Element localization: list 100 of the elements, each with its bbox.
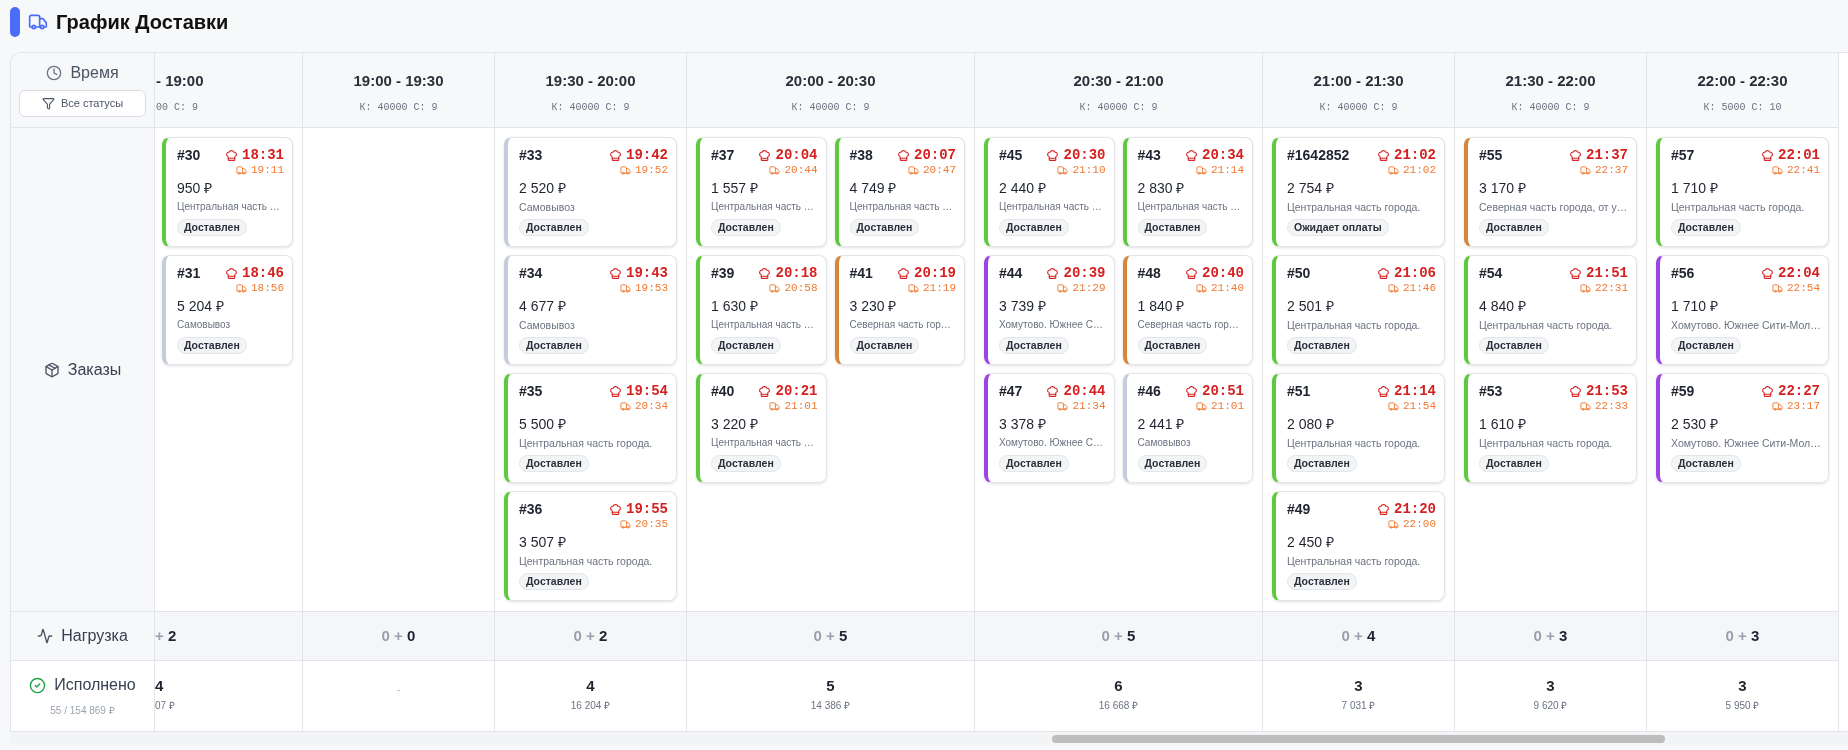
order-card[interactable]: #31 18:46 18:56 5 204 ₽ Самовывоз Доставлен: [162, 255, 293, 365]
order-card[interactable]: #48 20:40 21:40 1 840 ₽ Северная часть гор… Доставлен: [1122, 255, 1253, 365]
status-badge: Доставлен: [519, 219, 589, 236]
activity-icon: [37, 628, 54, 644]
order-price: 5 500 ₽: [519, 415, 567, 433]
delivery-time: 21:46: [1403, 281, 1436, 295]
order-number: #47: [999, 382, 1023, 400]
truck-icon: [1388, 400, 1399, 412]
order-card[interactable]: #37 20:04 20:44 1 557 ₽ Центральная часть … Доставлен: [696, 137, 827, 247]
delivery-time: 22:31: [1595, 281, 1628, 295]
order-price: 4 840 ₽: [1479, 297, 1527, 315]
order-address: Центральная часть города.: [519, 436, 654, 450]
slot-time: 22:00 - 22:30: [1697, 71, 1788, 91]
delivery-time: 19:11: [251, 163, 284, 177]
order-card[interactable]: #53 21:53 22:33 1 610 ₽ Центральная часть города. Доставлен: [1464, 373, 1637, 483]
delivery-time: 22:54: [1787, 281, 1820, 295]
order-price: 1 630 ₽: [711, 297, 759, 315]
delivery-time: 21:01: [1211, 399, 1244, 413]
order-card[interactable]: #45 20:30 21:10 2 440 ₽ Центральная часть … Доставлен: [984, 137, 1115, 247]
chef-hat-icon: [1046, 384, 1060, 398]
done-count: 6: [1114, 677, 1123, 695]
status-badge: Доставлен: [1137, 219, 1208, 236]
order-card[interactable]: #59 22:27 23:17 2 530 ₽ Хомутово. Южнее Сити-Мол… Доставлен: [1656, 373, 1829, 483]
order-price: 3 378 ₽: [999, 415, 1047, 433]
chef-hat-icon: [1046, 266, 1060, 280]
order-card[interactable]: #57 22:01 22:41 1 710 ₽ Центральная часть города. Доставлен: [1656, 137, 1829, 247]
ready-time: 21:51: [1586, 264, 1628, 282]
order-card[interactable]: #49 21:20 22:00 2 450 ₽ Центральная часть города. Доставлен: [1272, 491, 1445, 601]
chef-hat-icon: [897, 148, 910, 162]
status-badge: Доставлен: [1479, 219, 1549, 236]
slot-time: 19:30 - 20:00: [545, 71, 636, 91]
order-address: Центральная часть …: [849, 200, 954, 214]
ready-time: 19:43: [626, 264, 668, 282]
ready-time: 20:07: [914, 146, 956, 164]
truck-icon: [1057, 282, 1069, 294]
order-price: 2 080 ₽: [1287, 415, 1335, 433]
order-card[interactable]: #50 21:06 21:46 2 501 ₽ Центральная часть города. Доставлен: [1272, 255, 1445, 365]
status-badge: Доставлен: [177, 219, 247, 236]
order-card[interactable]: #55 21:37 22:37 3 170 ₽ Северная часть города, от у… Доставлен: [1464, 137, 1637, 247]
ready-time: 20:34: [1202, 146, 1244, 164]
order-card[interactable]: #47 20:44 21:34 3 378 ₽ Хомутово. Южнее С… Доставлен: [984, 373, 1115, 483]
order-card[interactable]: #41 20:19 21:19 3 230 ₽ Северная часть гор… Доставлен: [834, 255, 965, 365]
order-card[interactable]: #30 18:31 19:11 950 ₽ Центральная часть … Доставлен: [162, 137, 293, 247]
order-card[interactable]: #43 20:34 21:14 2 830 ₽ Центральная часть … Доставлен: [1122, 137, 1253, 247]
scrollbar-thumb[interactable]: [1052, 734, 1665, 743]
order-card[interactable]: #54 21:51 22:31 4 840 ₽ Центральная часть города. Доставлен: [1464, 255, 1637, 365]
truck-icon: [908, 164, 919, 176]
truck-icon: [1057, 400, 1069, 412]
order-card[interactable]: #35 19:54 20:34 5 500 ₽ Центральная часть города. Доставлен: [504, 373, 677, 483]
chef-hat-icon: [609, 502, 622, 516]
order-price: 1 710 ₽: [1671, 179, 1719, 197]
order-address: Северная часть города, от у…: [1479, 200, 1628, 214]
box-icon: [43, 361, 60, 378]
order-number: #48: [1137, 264, 1161, 282]
order-address: Самовывоз: [177, 318, 232, 332]
order-address: Самовывоз: [519, 318, 576, 332]
order-price: 2 441 ₽: [1137, 415, 1186, 433]
truck-icon: [236, 282, 247, 294]
delivery-time: 20:47: [923, 163, 956, 177]
truck-icon: [1772, 400, 1783, 412]
ready-time: 22:01: [1778, 146, 1820, 164]
chef-hat-icon: [225, 148, 238, 162]
slot-capacity: К: 40000 С: 9: [791, 100, 870, 115]
order-card[interactable]: #56 22:04 22:54 1 710 ₽ Хомутово. Южнее Сити-Мол… Доставлен: [1656, 255, 1829, 365]
order-card[interactable]: #34 19:43 19:53 4 677 ₽ Самовывоз Доставлен: [504, 255, 677, 365]
delivery-time: 21:29: [1072, 281, 1106, 295]
status-badge: Доставлен: [519, 455, 589, 472]
ready-time: 18:31: [242, 146, 284, 164]
truck-icon: [1580, 164, 1591, 176]
order-card[interactable]: #38 20:07 20:47 4 749 ₽ Центральная часть … Доставлен: [834, 137, 965, 247]
status-filter-button[interactable]: Все статусы: [19, 90, 146, 117]
order-card[interactable]: #36 19:55 20:35 3 507 ₽ Центральная часть города. Доставлен: [504, 491, 677, 601]
order-card[interactable]: #44 20:39 21:29 3 739 ₽ Хомутово. Южнее С… Доставлен: [984, 255, 1115, 365]
status-badge: Доставлен: [1287, 455, 1357, 472]
order-number: #55: [1479, 146, 1503, 164]
order-number: #46: [1137, 382, 1161, 400]
status-badge: Доставлен: [1479, 455, 1549, 472]
load-value: 0 + 0: [381, 625, 416, 646]
ready-time: 20:51: [1202, 382, 1244, 400]
order-card[interactable]: #46 20:51 21:01 2 441 ₽ Самовывоз Доставлен: [1122, 373, 1253, 483]
order-price: 4 749 ₽: [849, 179, 898, 197]
chef-hat-icon: [1185, 266, 1198, 280]
order-card[interactable]: #51 21:14 21:54 2 080 ₽ Центральная часть города. Доставлен: [1272, 373, 1445, 483]
status-badge: Доставлен: [1287, 337, 1357, 354]
order-card[interactable]: #40 20:21 21:01 3 220 ₽ Центральная часть … Доставлен: [696, 373, 827, 483]
truck-icon: [769, 400, 781, 412]
order-card[interactable]: #1642852 21:02 21:02 2 754 ₽ Центральная часть города. Ожидает оплаты: [1272, 137, 1445, 247]
load-value: 0 + 3: [1533, 625, 1568, 646]
order-card[interactable]: #33 19:42 19:52 2 520 ₽ Самовывоз Доставлен: [504, 137, 677, 247]
truck-icon: [1580, 282, 1591, 294]
truck-icon: [1057, 164, 1069, 176]
truck-icon: [1196, 282, 1207, 294]
order-number: #51: [1287, 382, 1311, 400]
ready-time: 19:42: [626, 146, 668, 164]
delivery-time: 23:17: [1787, 399, 1820, 413]
ready-time: 20:44: [1063, 382, 1106, 400]
order-card[interactable]: #39 20:18 20:58 1 630 ₽ Центральная часть … Доставлен: [696, 255, 827, 365]
chef-hat-icon: [1761, 148, 1774, 162]
order-price: 950 ₽: [177, 179, 214, 197]
done-sum: 16 204 ₽: [570, 699, 611, 713]
